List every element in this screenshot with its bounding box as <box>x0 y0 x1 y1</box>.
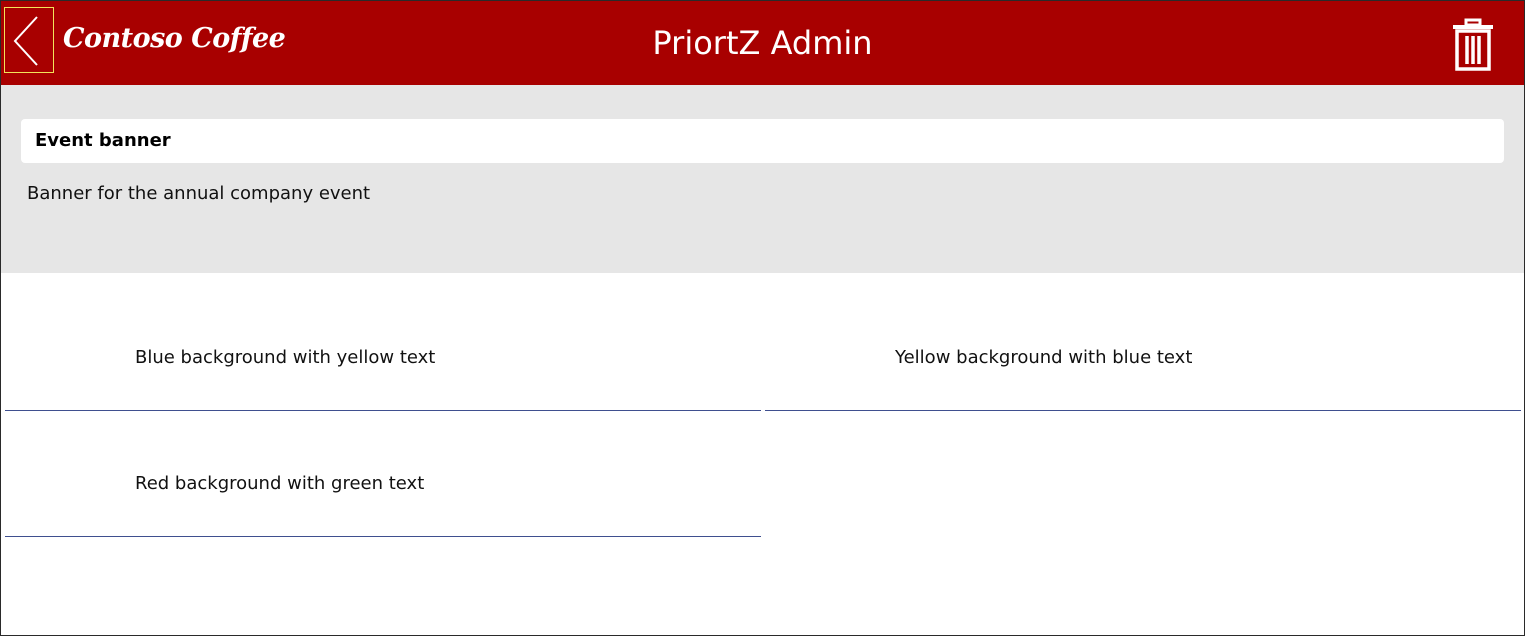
brand-logo: Contoso Coffee <box>63 23 286 54</box>
back-button[interactable] <box>4 7 54 73</box>
title-field[interactable]: Event banner <box>21 119 1504 163</box>
trash-icon <box>1453 18 1493 71</box>
header-bar: Contoso Coffee PriortZ Admin <box>1 1 1524 85</box>
details-panel: Event banner Banner for the annual compa… <box>1 85 1524 273</box>
gallery-item-label: Yellow background with blue text <box>895 347 1193 368</box>
gallery-item[interactable]: Blue background with yellow text <box>5 285 761 411</box>
gallery-item-label: Red background with green text <box>135 473 425 494</box>
app-screen: Contoso Coffee PriortZ Admin Event banne… <box>0 0 1525 636</box>
gallery-item-separator <box>5 536 761 537</box>
gallery-item-separator <box>765 410 1521 411</box>
chevron-left-icon <box>13 16 38 66</box>
gallery-item[interactable]: Red background with green text <box>5 411 761 537</box>
delete-button[interactable] <box>1450 18 1496 72</box>
description-text: Banner for the annual company event <box>27 183 371 204</box>
gallery-item[interactable]: Yellow background with blue text <box>765 285 1521 411</box>
gallery-item-label: Blue background with yellow text <box>135 347 436 368</box>
title-value: Event banner <box>35 130 171 151</box>
